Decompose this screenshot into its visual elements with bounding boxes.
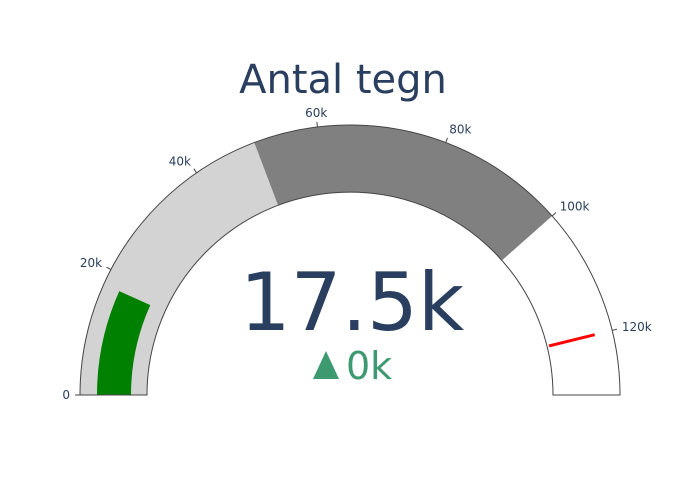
gauge-value: 17.5k xyxy=(240,256,465,349)
gauge-tick-label: 40k xyxy=(169,154,191,168)
gauge-delta: 0k xyxy=(313,344,392,388)
delta-up-arrow-icon xyxy=(313,351,339,379)
gauge-tick-mark xyxy=(316,121,318,128)
gauge-tick-label: 120k xyxy=(622,320,652,334)
gauge-tick-mark xyxy=(445,137,448,143)
gauge-tick-label: 80k xyxy=(449,122,471,136)
gauge-delta-value: 0k xyxy=(346,344,392,388)
gauge-tick-label: 20k xyxy=(80,256,102,270)
gauge-chart: Antal tegn 0 20k 40k 60k 80k 100k 120k 17.5k 0… xyxy=(62,57,652,402)
gauge-tick-mark xyxy=(106,266,112,270)
gauge-tick-label: 0 xyxy=(62,388,70,402)
gauge-tick-label: 60k xyxy=(305,106,327,120)
gauge-title: Antal tegn xyxy=(239,57,447,103)
gauge-tick-mark xyxy=(193,168,198,174)
gauge-tick-label: 100k xyxy=(560,200,590,214)
gauge-step-1 xyxy=(254,124,553,261)
gauge-tick-mark xyxy=(551,212,557,217)
gauge-tick-mark xyxy=(612,328,618,331)
